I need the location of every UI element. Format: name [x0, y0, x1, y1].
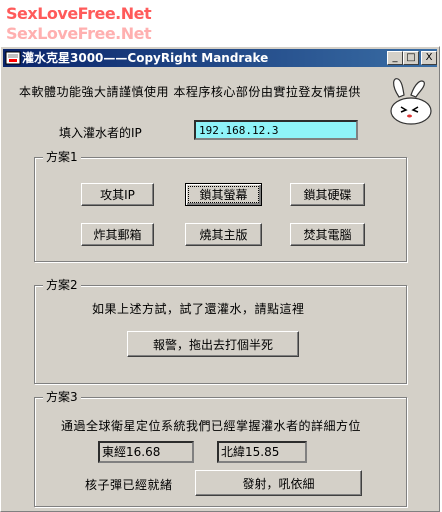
plan1-title: 方案1 [43, 150, 81, 164]
window-title: 灌水克星3000——CopyRight Mandrake [22, 51, 269, 65]
plan3-group: 方案3 通過全球衛星定位系統我們已經掌握灌水者的詳細方位 東經16.68 北緯1… [34, 390, 407, 507]
ip-label: 填入灌水者的IP [59, 126, 142, 140]
longitude-readout: 東經16.68 [98, 441, 194, 463]
app-icon [5, 51, 21, 65]
lock-disk-button[interactable]: 鎖其硬碟 [290, 183, 365, 206]
attack-ip-button[interactable]: 攻其IP [81, 183, 154, 206]
plan2-title: 方案2 [43, 278, 81, 292]
ip-input[interactable] [194, 120, 358, 140]
minimize-button[interactable]: _ [387, 51, 403, 65]
rabbit-mascot-icon [390, 78, 432, 125]
watermark-bottom: SexLoveFree.Net [6, 24, 152, 43]
plan3-title: 方案3 [43, 390, 81, 404]
plan1-group: 方案1 攻其IP 鎖其螢幕 鎖其硬碟 炸其郵箱 燒其主版 焚其電腦 [34, 150, 407, 262]
title-bar[interactable]: 灌水克星3000——CopyRight Mandrake _ □ X [3, 49, 437, 67]
report-police-button[interactable]: 報警，拖出去打個半死 [127, 331, 299, 357]
burn-computer-button[interactable]: 焚其電腦 [290, 223, 365, 246]
watermark-top: SexLoveFree.Net [6, 4, 152, 23]
plan2-group: 方案2 如果上述方試，試了還灌水，請點這裡 報警，拖出去打個半死 [34, 278, 407, 384]
plan2-text: 如果上述方試，試了還灌水，請點這裡 [92, 302, 305, 316]
maximize-button[interactable]: □ [403, 51, 419, 65]
plan3-text: 通過全球衛星定位系統我們已經掌握灌水者的詳細方位 [61, 419, 362, 433]
burn-motherboard-button[interactable]: 燒其主版 [185, 223, 262, 246]
nuke-ready-label: 核子彈已經就緒 [85, 478, 173, 492]
fire-button[interactable]: 發射，吼依細 [195, 470, 362, 496]
intro-text: 本軟體功能強大請謹慎使用 本程序核心部份由實拉登友情提供 [19, 85, 361, 99]
close-button[interactable]: X [421, 51, 437, 65]
bomb-mailbox-button[interactable]: 炸其郵箱 [81, 223, 154, 246]
lock-screen-button[interactable]: 鎖其螢幕 [185, 183, 262, 206]
latitude-readout: 北緯15.85 [217, 441, 307, 463]
app-window: 灌水克星3000——CopyRight Mandrake _ □ X 本軟體功能… [0, 46, 440, 512]
